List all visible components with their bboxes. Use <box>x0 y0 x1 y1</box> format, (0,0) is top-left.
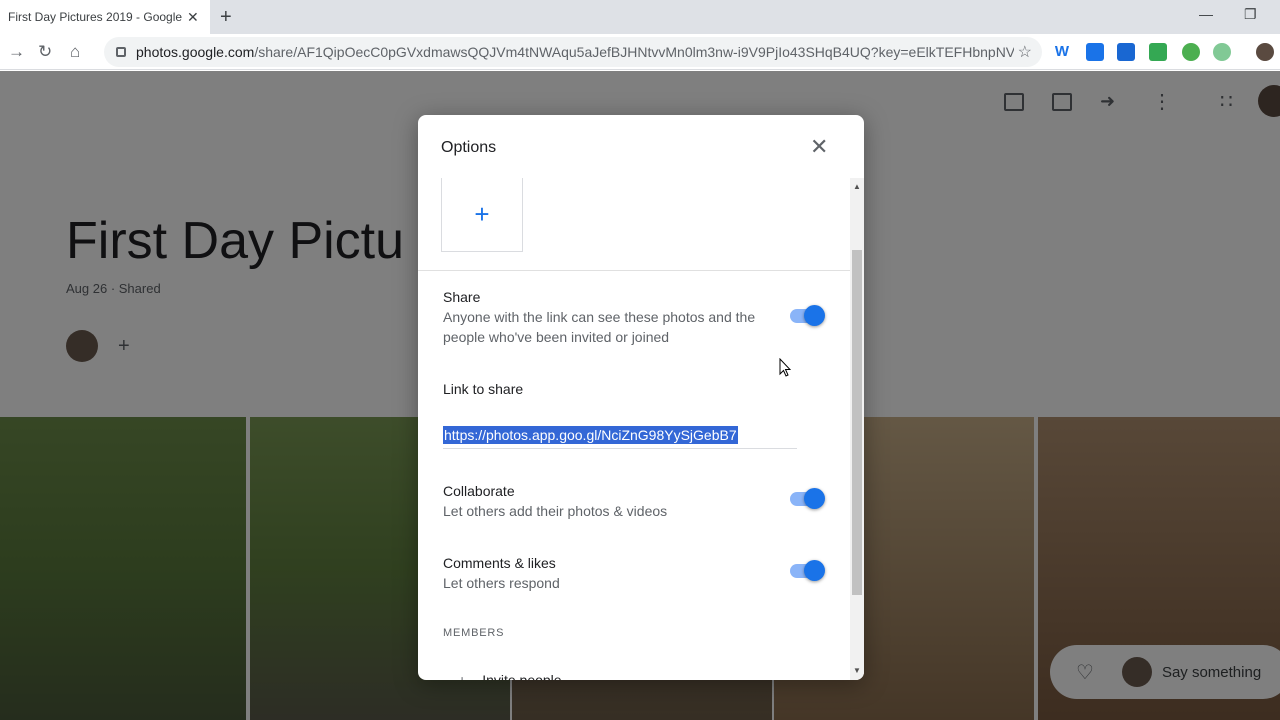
members-heading: MEMBERS <box>443 627 505 639</box>
bookmark-star-icon[interactable]: ☆ <box>1018 42 1032 62</box>
share-description: Anyone with the link can see these photo… <box>443 309 756 345</box>
toggle-knob <box>804 560 825 581</box>
invite-people-item[interactable]: + Invite people <box>458 672 562 680</box>
options-dialog: Options ✕ + Share Anyone with the link c… <box>418 115 864 680</box>
browser-tab[interactable]: First Day Pictures 2019 - Google ✕ <box>0 0 210 34</box>
green-extension-icon[interactable] <box>1149 43 1167 61</box>
dialog-scrollbar[interactable]: ▲ ▼ <box>850 178 864 680</box>
minimize-icon[interactable]: — <box>1199 6 1213 22</box>
link-to-share-title: Link to share <box>443 381 524 397</box>
forward-icon[interactable]: → <box>8 42 25 62</box>
share-title: Share <box>443 289 481 305</box>
share-link-url[interactable]: https://photos.app.goo.gl/NciZnG98YySjGe… <box>443 426 738 444</box>
collaborate-description: Let others add their photos & videos <box>443 503 668 519</box>
reload-icon[interactable]: ↻ <box>38 42 52 62</box>
dialog-scroll-area[interactable]: + Share Anyone with the link can see the… <box>418 178 850 680</box>
address-bar[interactable]: photos.google.com /share/AF1QipOecC0pGVx… <box>104 37 1042 67</box>
calendar-extension-icon[interactable] <box>1117 43 1135 61</box>
collaborate-toggle[interactable] <box>788 488 826 509</box>
url-host: photos.google.com <box>136 44 255 60</box>
toggle-knob <box>804 488 825 509</box>
dialog-title: Options <box>441 139 497 156</box>
plus-icon: + <box>474 199 490 229</box>
tab-close-icon[interactable]: ✕ <box>187 9 199 26</box>
comments-likes-description: Let others respond <box>443 575 560 591</box>
green-circle-extension-icon[interactable] <box>1213 43 1231 61</box>
divider <box>418 270 850 271</box>
add-cover-button[interactable]: + <box>441 178 523 252</box>
restore-icon[interactable]: ❐ <box>1244 6 1257 23</box>
url-path: /share/AF1QipOecC0pGVxdmawsQQJVm4tNWAqu5… <box>254 44 1015 60</box>
profile-avatar[interactable] <box>1256 43 1274 61</box>
w-extension-icon[interactable]: W <box>1053 43 1071 61</box>
edit-extension-icon[interactable] <box>1086 43 1104 61</box>
person-add-icon: + <box>458 672 467 680</box>
toggle-knob <box>804 305 825 326</box>
home-icon[interactable]: ⌂ <box>70 42 80 62</box>
browser-toolbar: → ↻ ⌂ photos.google.com /share/AF1QipOec… <box>0 34 1280 70</box>
lock-icon <box>116 47 126 57</box>
comments-likes-toggle[interactable] <box>788 560 826 581</box>
share-link-field[interactable]: https://photos.app.goo.gl/NciZnG98YySjGe… <box>443 426 797 449</box>
close-icon[interactable]: ✕ <box>810 135 828 159</box>
scroll-down-arrow-icon[interactable]: ▼ <box>853 666 861 675</box>
new-tab-button[interactable]: + <box>220 6 232 29</box>
scroll-thumb[interactable] <box>852 250 862 595</box>
scroll-up-arrow-icon[interactable]: ▲ <box>853 182 861 191</box>
invite-people-label: Invite people <box>482 672 562 680</box>
tab-title: First Day Pictures 2019 - Google <box>8 10 183 24</box>
tab-strip: First Day Pictures 2019 - Google ✕ + — ❐ <box>0 0 1280 34</box>
mouse-cursor-icon <box>779 358 791 377</box>
collaborate-title: Collaborate <box>443 483 515 499</box>
red-badge-extension-icon[interactable] <box>1182 43 1200 61</box>
share-toggle[interactable] <box>788 305 826 326</box>
comments-likes-title: Comments & likes <box>443 555 556 571</box>
